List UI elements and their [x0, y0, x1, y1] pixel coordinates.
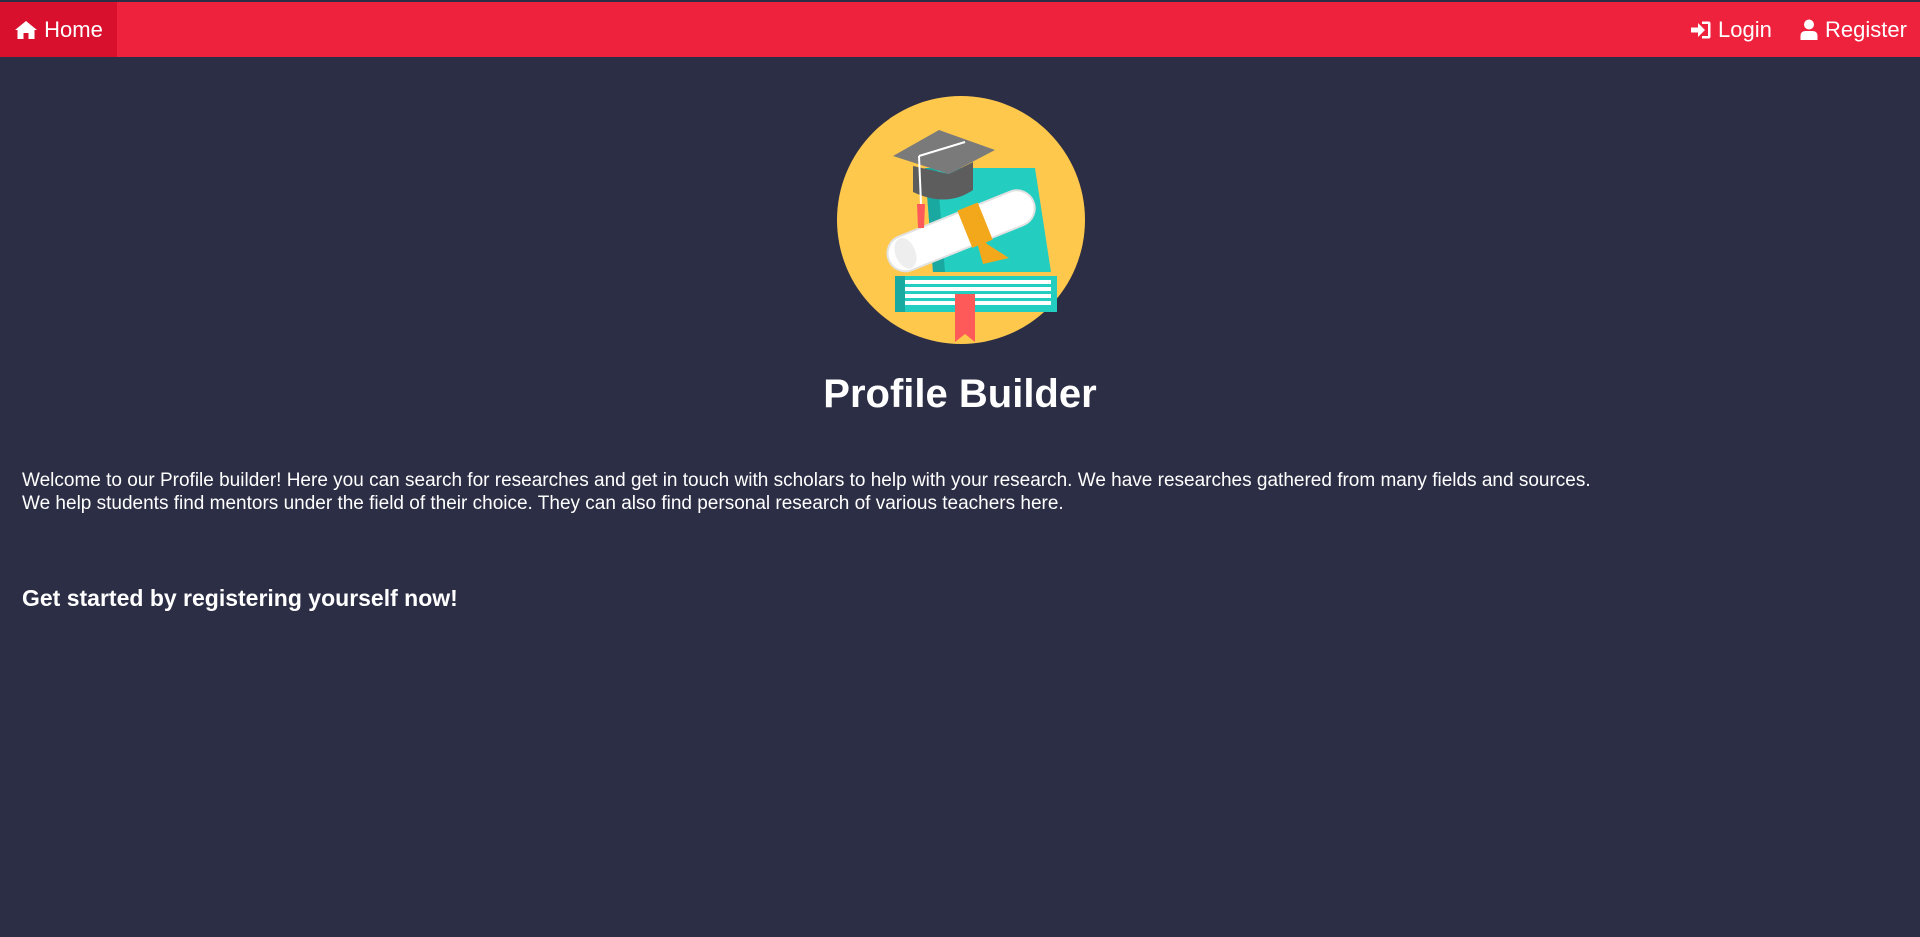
graduation-logo-icon [837, 96, 1085, 344]
nav-home-label: Home [44, 16, 103, 42]
nav-login-link[interactable]: Login [1690, 2, 1772, 57]
nav-register-link[interactable]: Register [1800, 2, 1907, 57]
home-icon [14, 20, 44, 40]
top-navbar: Home Login Register [0, 2, 1920, 57]
nav-home-link[interactable]: Home [0, 2, 117, 57]
intro-line-1: Welcome to our Profile builder! Here you… [22, 470, 1591, 491]
nav-login-label: Login [1718, 16, 1772, 42]
nav-register-label: Register [1825, 16, 1907, 42]
sign-in-icon [1690, 20, 1718, 40]
user-icon [1800, 19, 1825, 40]
intro-text: Welcome to our Profile builder! Here you… [22, 469, 1882, 515]
page-title: Profile Builder [823, 372, 1097, 416]
intro-line-2: We help students find mentors under the … [22, 493, 1064, 514]
cta-heading: Get started by registering yourself now! [22, 585, 458, 611]
